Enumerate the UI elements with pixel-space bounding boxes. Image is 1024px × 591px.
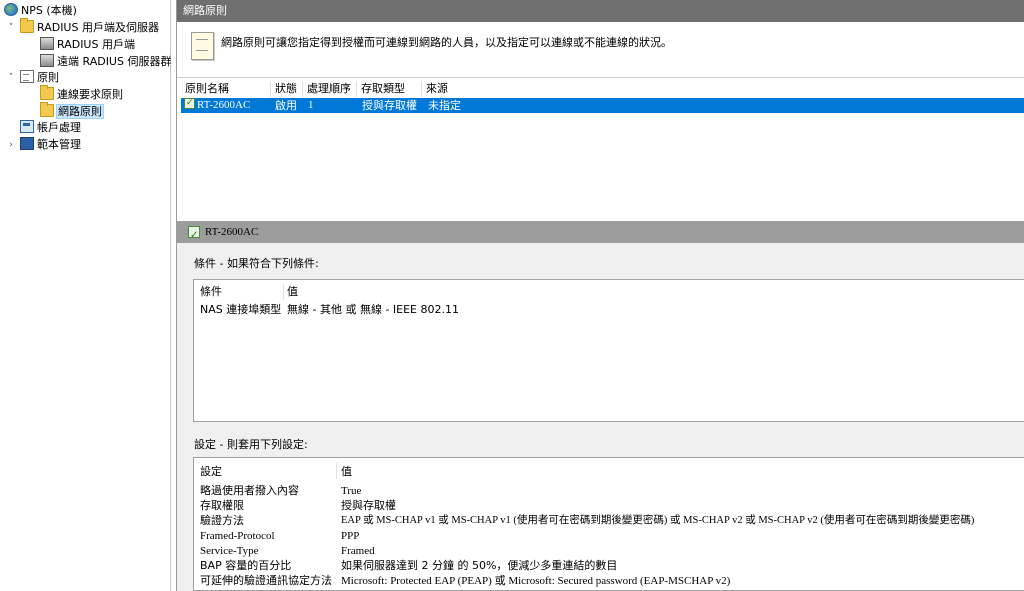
settings-label: 設定 - 則套用下列設定:: [194, 438, 308, 451]
description-panel: 網路原則可讓您指定得到授權而可連線到網路的人員，以及指定可以連線或不能連線的狀況…: [177, 22, 1024, 72]
detail-title-bar: RT-2600AC: [177, 221, 1024, 247]
setting-key: 可延伸的驗證通訊協定方法: [200, 574, 332, 587]
open-folder-icon: [40, 102, 54, 117]
column-header-access[interactable]: 存取類型: [357, 81, 422, 97]
setting-key: BAP 容量的百分比: [200, 559, 292, 572]
column-divider: [336, 463, 337, 479]
row-source: 未指定: [428, 99, 461, 112]
column-header-status[interactable]: 狀態: [271, 81, 303, 97]
conditions-header-value: 值: [287, 285, 298, 298]
column-header-order[interactable]: 處理順序: [303, 81, 357, 97]
setting-value: PPP: [341, 530, 360, 542]
content-pane: 網路原則 網路原則可讓您指定得到授權而可連線到網路的人員，以及指定可以連線或不能…: [176, 0, 1024, 591]
settings-header-value: 值: [341, 465, 352, 478]
table-row[interactable]: RT-2600AC 啟用 1 授與存取權 未指定: [181, 96, 1024, 113]
detail-title: RT-2600AC: [205, 226, 259, 238]
navigation-tree: NPS (本機) ˅ RADIUS 用戶端及伺服器 RADIUS 用戶端 遠端 …: [0, 0, 171, 591]
row-access: 授與存取權: [362, 99, 417, 112]
accounting-icon: [20, 120, 34, 133]
expand-chevron-icon[interactable]: ›: [6, 137, 16, 153]
folder-icon: [40, 85, 54, 100]
setting-value: 授與存取權: [341, 499, 396, 512]
setting-value: True: [341, 485, 362, 497]
setting-key: Service-Type: [200, 545, 259, 557]
setting-key: 略過使用者撥入內容: [200, 484, 299, 497]
tree-node-radius-clients[interactable]: RADIUS 用戶端: [40, 37, 135, 53]
template-icon: [20, 137, 34, 150]
detail-panel: 條件 - 如果符合下列條件: 條件 值 NAS 連接埠類型 無線 - 其他 或 …: [177, 243, 1024, 591]
row-order: 1: [308, 99, 314, 111]
tree-node-accounting[interactable]: 帳戶處理: [20, 120, 81, 136]
setting-key: 驗證方法: [200, 514, 244, 527]
collapse-chevron-icon[interactable]: ˅: [6, 70, 16, 86]
setting-value: Framed: [341, 545, 375, 557]
setting-key: 存取權限: [200, 499, 244, 512]
conditions-table: 條件 值 NAS 連接埠類型 無線 - 其他 或 無線 - IEEE 802.1…: [193, 279, 1024, 422]
tree-node-remote-groups[interactable]: 遠端 RADIUS 伺服器群: [40, 54, 171, 70]
conditions-label: 條件 - 如果符合下列條件:: [194, 257, 319, 270]
description-text: 網路原則可讓您指定得到授權而可連線到網路的人員，以及指定可以連線或不能連線的狀況…: [221, 36, 672, 49]
conditions-header-key: 條件: [200, 285, 222, 298]
row-name: RT-2600AC: [197, 99, 251, 111]
tree-node-connection-request-policies[interactable]: 連線要求原則: [40, 85, 123, 103]
settings-table: 設定 值 略過使用者撥入內容 True 存取權限 授與存取權 驗證方法 EAP …: [193, 457, 1024, 591]
setting-value: Microsoft: Protected EAP (PEAP) 或 Micros…: [341, 575, 731, 587]
note-icon: [191, 32, 214, 60]
tree-node-policies[interactable]: ˅ 原則: [9, 70, 59, 86]
pane-title: 網路原則: [177, 0, 1024, 22]
policy-enabled-icon: [184, 96, 195, 111]
tree-node-network-policies[interactable]: 網路原則: [40, 102, 104, 120]
condition-key: NAS 連接埠類型: [200, 303, 282, 316]
folder-icon: [20, 18, 34, 33]
settings-header-key: 設定: [200, 465, 222, 478]
condition-value: 無線 - 其他 或 無線 - IEEE 802.11: [287, 303, 459, 316]
policy-document-icon: [20, 70, 34, 83]
column-header-source[interactable]: 來源: [422, 81, 482, 97]
tree-node-nps-root[interactable]: NPS (本機): [4, 3, 77, 19]
collapse-chevron-icon[interactable]: ˅: [6, 20, 16, 36]
nps-globe-icon: [4, 3, 18, 16]
setting-value: EAP 或 MS-CHAP v1 或 MS-CHAP v1 (使用者可在密碼到期…: [341, 515, 975, 526]
policy-list-header: 原則名稱 狀態 處理順序 存取類型 來源: [177, 81, 1024, 97]
tree-node-radius-group[interactable]: ˅ RADIUS 用戶端及伺服器: [9, 18, 159, 36]
column-header-name[interactable]: 原則名稱: [181, 81, 271, 97]
policy-enabled-icon: [188, 225, 200, 247]
column-divider: [283, 284, 284, 300]
server-group-icon: [40, 54, 54, 67]
tree-node-templates[interactable]: › 範本管理: [9, 137, 81, 153]
server-icon: [40, 37, 54, 50]
row-status: 啟用: [275, 99, 297, 112]
setting-value: 如果伺服器達到 2 分鐘 的 50%，便減少多重連結的數目: [341, 559, 618, 572]
policy-list: 原則名稱 狀態 處理順序 存取類型 來源 RT-2600AC 啟用 1 授與存取…: [177, 77, 1024, 222]
setting-key: Framed-Protocol: [200, 530, 275, 542]
